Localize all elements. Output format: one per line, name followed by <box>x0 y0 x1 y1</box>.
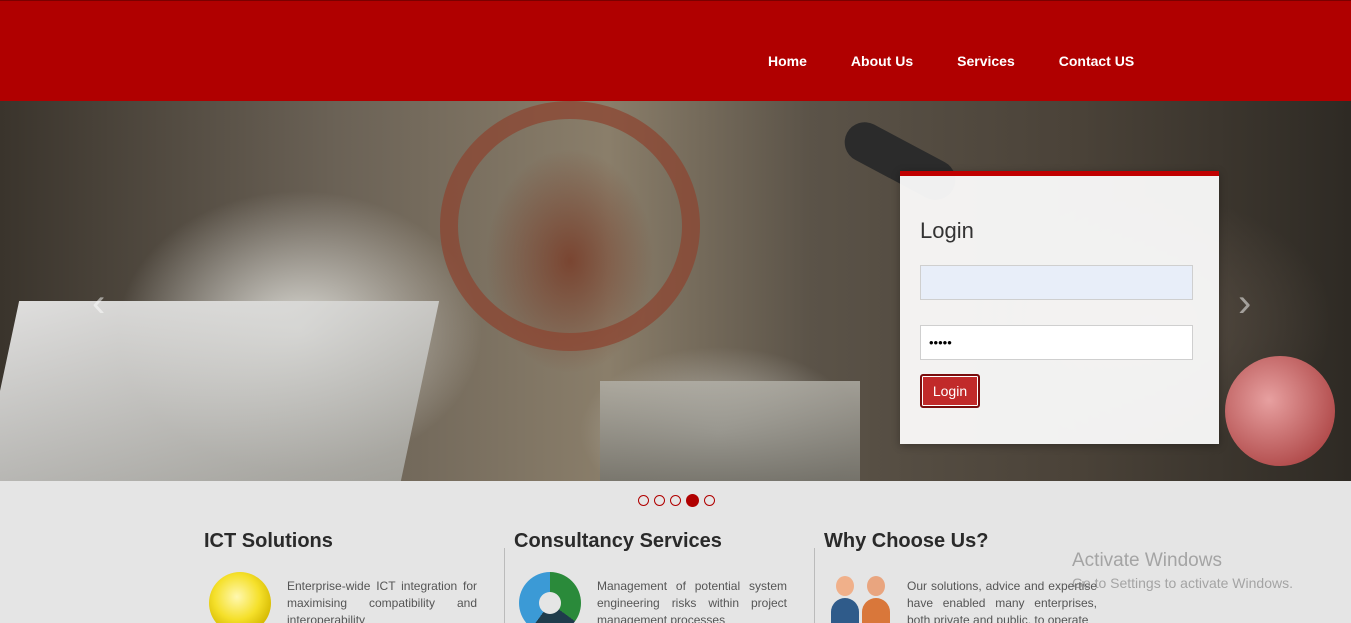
tank-shape <box>1225 356 1335 466</box>
section-title: ICT Solutions <box>204 530 333 552</box>
slider-next-arrow-icon[interactable]: › <box>1238 281 1251 326</box>
watermark-subtitle: Go to Settings to activate Windows. <box>1072 575 1293 591</box>
nav-about-link[interactable]: About Us <box>851 53 913 69</box>
watermark-title: Activate Windows <box>1072 550 1222 571</box>
section-title: Why Choose Us? <box>824 530 989 552</box>
section-text: Enterprise-wide ICT integration for maxi… <box>287 579 477 623</box>
section-text: Our solutions, advice and expertise have… <box>907 579 1097 623</box>
section-ict-solutions: ICT Solutions Enterprise-wide ICT integr… <box>204 530 494 623</box>
nav-services-link[interactable]: Services <box>957 53 1015 69</box>
slider-dot-active[interactable] <box>686 494 699 507</box>
section-divider <box>814 548 815 623</box>
activate-windows-watermark: Activate Windows Go to Settings to activ… <box>1072 550 1293 591</box>
username-input[interactable] <box>920 265 1193 300</box>
section-why-choose-us: Why Choose Us? Our solutions, advice and… <box>824 530 1114 623</box>
slider-dot[interactable] <box>670 495 681 506</box>
slider-prev-arrow-icon[interactable]: ‹ <box>92 281 105 326</box>
slider-pagination <box>638 494 720 507</box>
section-consultancy: Consultancy Services Management of poten… <box>514 530 804 623</box>
section-text: Management of potential system engineeri… <box>597 579 787 623</box>
section-title: Consultancy Services <box>514 530 722 552</box>
nav-home-link[interactable]: Home <box>768 53 807 69</box>
cycle-arrows-icon <box>519 572 581 623</box>
tunnel-floor-shape <box>600 381 860 481</box>
header-bar: Home About Us Services Contact US <box>0 0 1351 101</box>
password-input[interactable] <box>920 325 1193 360</box>
slider-dot[interactable] <box>638 495 649 506</box>
login-title: Login <box>920 218 974 243</box>
covered-machinery-shape <box>0 301 440 481</box>
login-panel: Login Login <box>900 171 1219 444</box>
tunnel-ring-shape <box>440 101 700 351</box>
slider-dot[interactable] <box>654 495 665 506</box>
nav-contact-link[interactable]: Contact US <box>1059 53 1134 69</box>
people-icon <box>829 572 891 623</box>
main-nav: Home About Us Services Contact US <box>768 53 1178 69</box>
lightbulb-icon <box>209 572 271 623</box>
section-divider <box>504 548 505 623</box>
slider-dot[interactable] <box>704 495 715 506</box>
login-button[interactable]: Login <box>920 374 980 408</box>
